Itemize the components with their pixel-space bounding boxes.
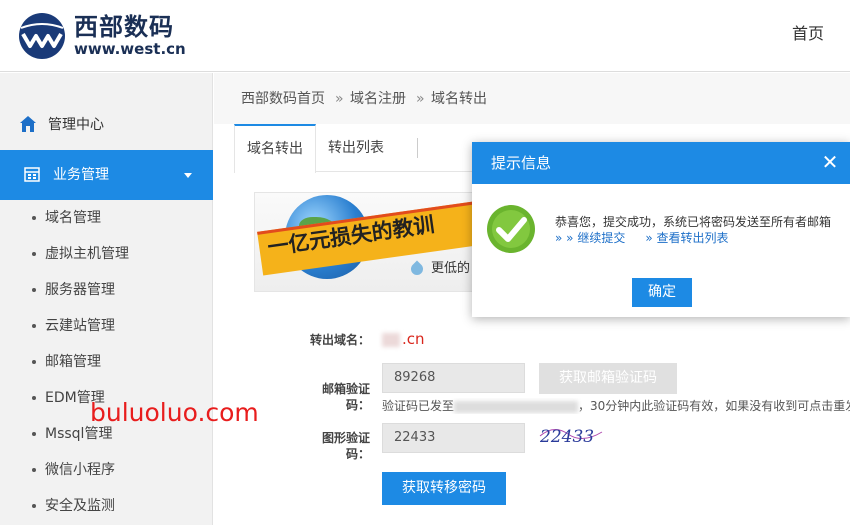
sidebar-item-wechat-app[interactable]: 微信小程序 [0, 452, 213, 488]
sidebar-item-label: 邮箱管理 [45, 354, 101, 370]
sidebar: 管理中心 业务管理 域名管理 虚拟主机管理 服务器管理 云建站管理 邮箱管理 E… [0, 73, 213, 525]
close-icon[interactable]: ✕ [820, 152, 840, 172]
sidebar-item-server[interactable]: 服务器管理 [0, 272, 213, 308]
breadcrumb-home[interactable]: 西部数码首页 [241, 90, 325, 108]
dialog-title: 提示信息 [491, 154, 552, 172]
sidebar-item-domain[interactable]: 域名管理 [0, 200, 213, 236]
email-code-input[interactable]: 89268 [382, 363, 525, 393]
top-header: 西部数码 www.west.cn 首页 [0, 0, 850, 72]
bullet-icon [32, 432, 36, 436]
sidebar-item-vhost[interactable]: 虚拟主机管理 [0, 236, 213, 272]
breadcrumb-current: 域名转出 [431, 91, 487, 107]
bullet-icon [32, 468, 36, 472]
continue-submit-link[interactable]: » » 继续提交 [555, 231, 625, 245]
bullet-icon [32, 360, 36, 364]
hint-suffix: ，30分钟内此验证码有效，如果没有收到可点击重发 [578, 399, 850, 413]
sidebar-item-mgmt-center[interactable]: 管理中心 [0, 103, 213, 147]
watermark-text: buluoluo.com [90, 398, 259, 427]
sidebar-item-label: 安全及监测 [45, 498, 115, 514]
domain-value: .cn [382, 330, 425, 348]
sidebar-item-label: 虚拟主机管理 [45, 246, 129, 262]
sidebar-item-label: 云建站管理 [45, 318, 115, 334]
sidebar-item-label: 域名管理 [45, 210, 101, 226]
sidebar-item-business[interactable]: 业务管理 [0, 150, 213, 200]
banner-subtext: 更低的 [431, 261, 471, 276]
redacted-blur [454, 400, 579, 413]
home-link[interactable]: 首页 [792, 24, 824, 44]
dialog-header: 提示信息 ✕ [472, 142, 850, 184]
view-transfer-list-link[interactable]: » 查看转出列表 [645, 231, 728, 245]
captcha-image[interactable]: 22433 [538, 422, 604, 450]
brand-name[interactable]: 西部数码 [74, 12, 174, 42]
email-code-label: 邮箱验证码： [321, 382, 370, 412]
bullet-icon [32, 396, 36, 400]
breadcrumb: 西部数码首页 » 域名注册 » 域名转出 [214, 73, 850, 124]
sidebar-item-label: 业务管理 [53, 167, 109, 183]
captcha-input[interactable]: 22433 [382, 423, 525, 453]
bullet-icon [32, 216, 36, 220]
get-email-code-button[interactable]: 获取邮箱验证码 [539, 363, 677, 394]
domain-suffix: .cn [402, 330, 425, 348]
tab-domain-transfer[interactable]: 域名转出 [234, 124, 316, 173]
confirm-button[interactable]: 确定 [632, 278, 692, 307]
tab-transfer-list[interactable]: 转出列表 [316, 124, 396, 172]
sidebar-item-security[interactable]: 安全及监测 [0, 488, 213, 524]
bullet-icon [32, 288, 36, 292]
domain-label: 转出域名： [310, 333, 371, 347]
dialog-message: 恭喜您，提交成功，系统已将密码发送至所有者邮箱 [555, 215, 832, 229]
sidebar-item-mail[interactable]: 邮箱管理 [0, 344, 213, 380]
get-transfer-password-button[interactable]: 获取转移密码 [382, 472, 506, 505]
code-sent-hint: 验证码已发至 ，30分钟内此验证码有效，如果没有收到可点击重发 [382, 398, 850, 414]
bullet-icon [32, 504, 36, 508]
home-icon [20, 116, 36, 132]
west-logo-icon[interactable] [16, 12, 68, 60]
dialog-links: » » 继续提交 » 查看转出列表 [555, 230, 729, 246]
hint-prefix: 验证码已发至 [382, 399, 455, 413]
sidebar-item-label: 微信小程序 [45, 462, 115, 478]
captcha-label: 图形验证码： [321, 431, 370, 461]
promo-banner[interactable]: 一亿元损失的教训 更低的 [254, 192, 484, 292]
captcha-text: 22433 [539, 427, 594, 447]
breadcrumb-separator: » [335, 91, 344, 107]
pin-icon [408, 260, 426, 278]
bullet-icon [32, 324, 36, 328]
tab-divider [417, 138, 418, 158]
info-dialog: 提示信息 ✕ 恭喜您，提交成功，系统已将密码发送至所有者邮箱 » » 继续提交»… [472, 142, 850, 317]
sidebar-sub-list: 域名管理 虚拟主机管理 服务器管理 云建站管理 邮箱管理 EDM管理 Mssql… [0, 200, 213, 524]
bullet-icon [32, 252, 36, 256]
breadcrumb-domain-register[interactable]: 域名注册 [350, 90, 406, 108]
breadcrumb-separator: » [416, 91, 425, 107]
sidebar-item-label: 管理中心 [48, 117, 104, 133]
brand-url[interactable]: www.west.cn [74, 40, 186, 58]
caret-down-icon [184, 173, 192, 178]
redacted-blur [382, 332, 400, 347]
check-circle-icon [487, 205, 535, 253]
calendar-icon [24, 167, 40, 182]
sidebar-item-cloud-site[interactable]: 云建站管理 [0, 308, 213, 344]
sidebar-item-label: 服务器管理 [45, 282, 115, 298]
